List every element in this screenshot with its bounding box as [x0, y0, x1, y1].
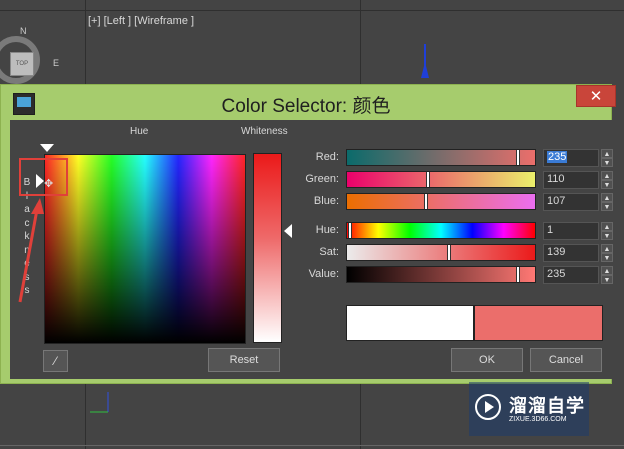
value-value[interactable]: 235 [547, 268, 565, 280]
blue-slider-handle[interactable] [424, 194, 429, 209]
hue-spinner-arrows[interactable]: ▲ ▼ [601, 222, 613, 240]
red-label: Red: [315, 151, 339, 163]
hue-label: Hue [130, 126, 149, 137]
grid-line [0, 10, 624, 11]
sat-spinner-arrows[interactable]: ▲ ▼ [601, 244, 613, 262]
value-slider-handle[interactable] [516, 267, 521, 282]
red-slider-handle[interactable] [516, 150, 521, 165]
green-label: Green: [305, 173, 339, 185]
watermark-url: ZIXUE.3D66.COM [509, 416, 567, 423]
annotation-highlight-box [19, 158, 68, 196]
sat-label: Sat: [319, 246, 339, 258]
watermark: 溜溜自学 ZIXUE.3D66.COM [469, 382, 589, 436]
value-spinner[interactable]: 235 ▲ ▼ [543, 266, 613, 284]
green-slider-handle[interactable] [426, 172, 431, 187]
close-button[interactable]: ✕ [576, 85, 616, 107]
value-spinner-arrows[interactable]: ▲ ▼ [601, 266, 613, 284]
play-logo-icon [475, 394, 501, 420]
hue-row-label: Hue: [315, 224, 339, 236]
green-value[interactable]: 110 [547, 173, 565, 185]
sat-value[interactable]: 139 [547, 246, 565, 258]
green-spinner[interactable]: 110 ▲ ▼ [543, 171, 613, 189]
green-slider[interactable] [346, 171, 536, 188]
compass-north-label: N [20, 26, 27, 36]
viewport-label[interactable]: [+] [Left ] [Wireframe ] [88, 15, 194, 27]
blue-label: Blue: [313, 195, 339, 207]
eyedropper-icon: ⁄ [54, 354, 57, 368]
value-slider[interactable] [346, 266, 536, 283]
dialog-body: Hue Whiteness Blackness ✥ ⁄ Reset Red: 2… [10, 120, 613, 379]
hue-blackness-panel[interactable] [44, 154, 246, 344]
hue-value[interactable]: 1 [547, 224, 553, 236]
annotation-arrow-icon [18, 198, 44, 303]
watermark-title: 溜溜自学 [509, 396, 585, 416]
reset-button[interactable]: Reset [208, 348, 280, 372]
whiteness-label: Whiteness [241, 126, 288, 137]
blue-spinner-arrows[interactable]: ▲ ▼ [601, 193, 613, 211]
original-color-swatch[interactable] [346, 305, 474, 341]
blue-value[interactable]: 107 [547, 195, 565, 207]
dialog-title: Color Selector: 颜色 [221, 96, 391, 117]
hue-spinner[interactable]: 1 ▲ ▼ [543, 222, 613, 240]
axis-tripod-icon [90, 392, 109, 413]
hue-slider-handle[interactable] [347, 223, 352, 238]
cancel-button[interactable]: Cancel [530, 348, 602, 372]
eyedropper-button[interactable]: ⁄ [43, 350, 68, 372]
compass-east-label: E [53, 58, 60, 68]
new-color-swatch[interactable] [474, 305, 603, 341]
sat-slider-handle[interactable] [447, 245, 452, 260]
sat-slider[interactable] [346, 244, 536, 261]
z-axis-gizmo-icon [421, 44, 429, 78]
value-label: Value: [308, 268, 339, 280]
dialog-title-bar[interactable]: Color Selector: 颜色 ✕ [1, 85, 616, 119]
sat-spinner[interactable]: 139 ▲ ▼ [543, 244, 613, 262]
viewcube-face[interactable]: TOP [10, 52, 34, 76]
whiteness-bar[interactable] [253, 153, 282, 343]
red-spinner-arrows[interactable]: ▲ ▼ [601, 149, 613, 167]
red-value[interactable]: 235 [547, 151, 568, 163]
hue-marker-handle[interactable] [40, 144, 54, 152]
red-slider[interactable] [346, 149, 536, 166]
color-selector-dialog: Color Selector: 颜色 ✕ Hue Whiteness Black… [0, 84, 616, 384]
hue-slider[interactable] [346, 222, 536, 239]
green-spinner-arrows[interactable]: ▲ ▼ [601, 171, 613, 189]
blue-slider[interactable] [346, 193, 536, 210]
blue-spinner[interactable]: 107 ▲ ▼ [543, 193, 613, 211]
red-spinner[interactable]: 235 ▲ ▼ [543, 149, 613, 167]
grid-line [0, 445, 624, 446]
ok-button[interactable]: OK [451, 348, 523, 372]
